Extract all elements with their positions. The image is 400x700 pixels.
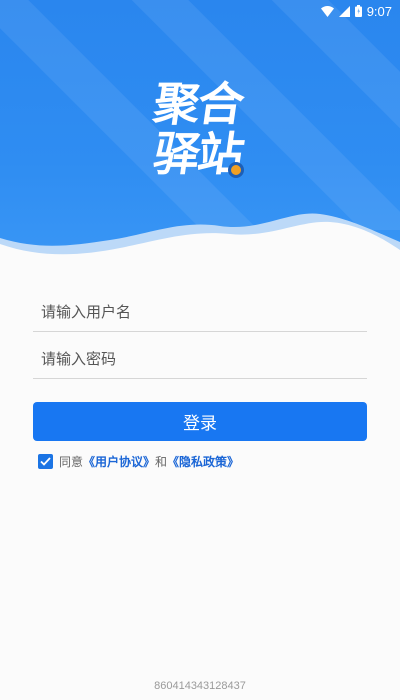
password-field [33,339,367,379]
agreement-checkbox[interactable] [38,454,53,469]
wifi-icon [320,5,334,17]
device-id: 860414343128437 [154,680,246,692]
agreement-row: 同意 《用户协议》 和 《隐私政策》 [38,453,239,470]
battery-icon [354,5,362,17]
logo-text-line1: 聚合 [150,77,246,131]
username-field [33,292,367,332]
status-time: 9:07 [366,3,392,19]
password-input[interactable] [33,349,367,368]
username-input[interactable] [33,302,367,321]
logo-dot [228,162,244,178]
signal-icon [338,5,350,17]
agreement-prefix: 同意 [59,455,84,469]
login-form [33,292,367,379]
header-wave [0,213,400,270]
status-bar: 9:07 [0,0,400,22]
app-logo: 聚合 驿站 [0,70,400,190]
login-button[interactable]: 登录 [33,402,367,441]
agreement-conjunction: 和 [155,455,168,469]
check-icon [40,457,51,466]
user-agreement-link[interactable]: 《用户协议》 [83,453,155,470]
privacy-policy-link[interactable]: 《隐私政策》 [167,453,239,470]
